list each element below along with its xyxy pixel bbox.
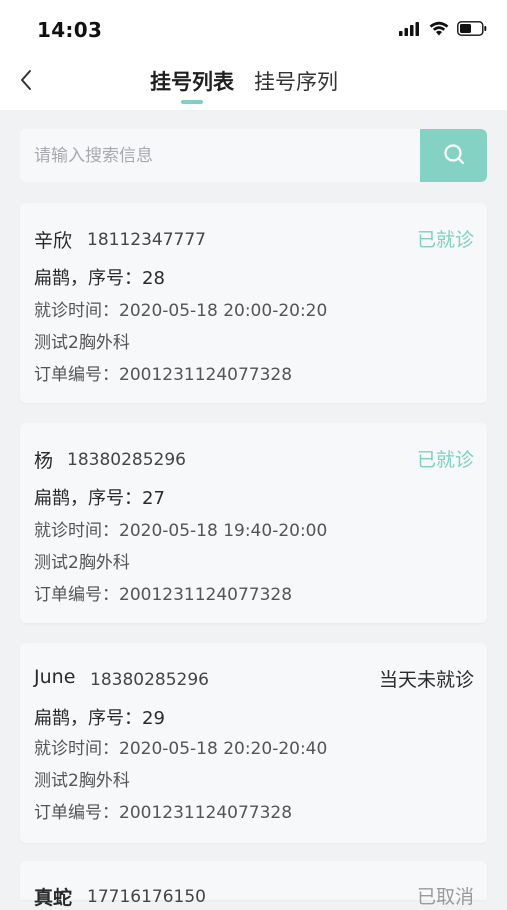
nav-bar: 挂号列表 挂号序列 xyxy=(0,58,507,110)
tab-label: 挂号列表 xyxy=(150,70,234,94)
visit-status: 已就诊 xyxy=(416,449,474,471)
registration-card[interactable]: June 18380285296 当天未就诊 扁鹊，序号：29 就诊时间：202… xyxy=(20,643,487,843)
back-button[interactable] xyxy=(10,66,42,98)
cellular-signal-icon xyxy=(399,21,421,40)
patient-name: 真蛇 xyxy=(34,887,73,909)
tab-registration-list[interactable]: 挂号列表 xyxy=(150,66,234,106)
active-tab-indicator xyxy=(181,100,203,104)
visit-status: 已就诊 xyxy=(416,229,474,251)
registration-card[interactable]: 辛欣 18112347777 已就诊 扁鹊，序号：28 就诊时间：2020-05… xyxy=(20,203,487,403)
status-bar: 14:03 xyxy=(0,0,507,58)
visit-status: 当天未就诊 xyxy=(378,669,474,691)
status-icons xyxy=(399,21,487,40)
visit-time: 就诊时间：2020-05-18 19:40-20:00 xyxy=(34,521,328,541)
department: 测试2胸外科 xyxy=(34,553,130,573)
search-bar xyxy=(20,129,487,182)
order-number: 订单编号：2001231124077328 xyxy=(34,585,293,605)
order-number: 订单编号：2001231124077328 xyxy=(34,365,293,385)
battery-icon xyxy=(457,21,487,40)
tab-label: 挂号序列 xyxy=(254,70,338,94)
doctor-sequence: 扁鹊，序号：29 xyxy=(34,708,165,729)
patient-phone: 17716176150 xyxy=(87,887,206,907)
registration-card[interactable]: 杨 18380285296 已就诊 扁鹊，序号：27 就诊时间：2020-05-… xyxy=(20,423,487,623)
search-input[interactable] xyxy=(20,129,420,182)
registration-card[interactable]: 真蛇 17716176150 已取消 xyxy=(20,861,487,909)
tab-bar: 挂号列表 挂号序列 xyxy=(150,66,338,106)
search-button[interactable] xyxy=(420,129,487,182)
search-icon xyxy=(442,142,466,170)
order-number: 订单编号：2001231124077328 xyxy=(34,803,293,823)
doctor-sequence: 扁鹊，序号：28 xyxy=(34,268,165,289)
chevron-left-icon xyxy=(19,69,33,95)
visit-time: 就诊时间：2020-05-18 20:00-20:20 xyxy=(34,301,328,321)
department: 测试2胸外科 xyxy=(34,333,130,353)
visit-time: 就诊时间：2020-05-18 20:20-20:40 xyxy=(34,739,328,759)
department: 测试2胸外科 xyxy=(34,771,130,791)
doctor-sequence: 扁鹊，序号：27 xyxy=(34,488,165,509)
patient-name: 杨 xyxy=(34,450,54,472)
patient-name: June xyxy=(34,666,76,688)
patient-phone: 18380285296 xyxy=(67,450,186,470)
wifi-icon xyxy=(429,21,449,40)
visit-status: 已取消 xyxy=(416,886,474,908)
patient-name: 辛欣 xyxy=(34,230,73,252)
patient-phone: 18380285296 xyxy=(90,670,209,690)
patient-phone: 18112347777 xyxy=(87,230,206,250)
status-time: 14:03 xyxy=(37,18,103,42)
tab-registration-sequence[interactable]: 挂号序列 xyxy=(254,66,338,106)
